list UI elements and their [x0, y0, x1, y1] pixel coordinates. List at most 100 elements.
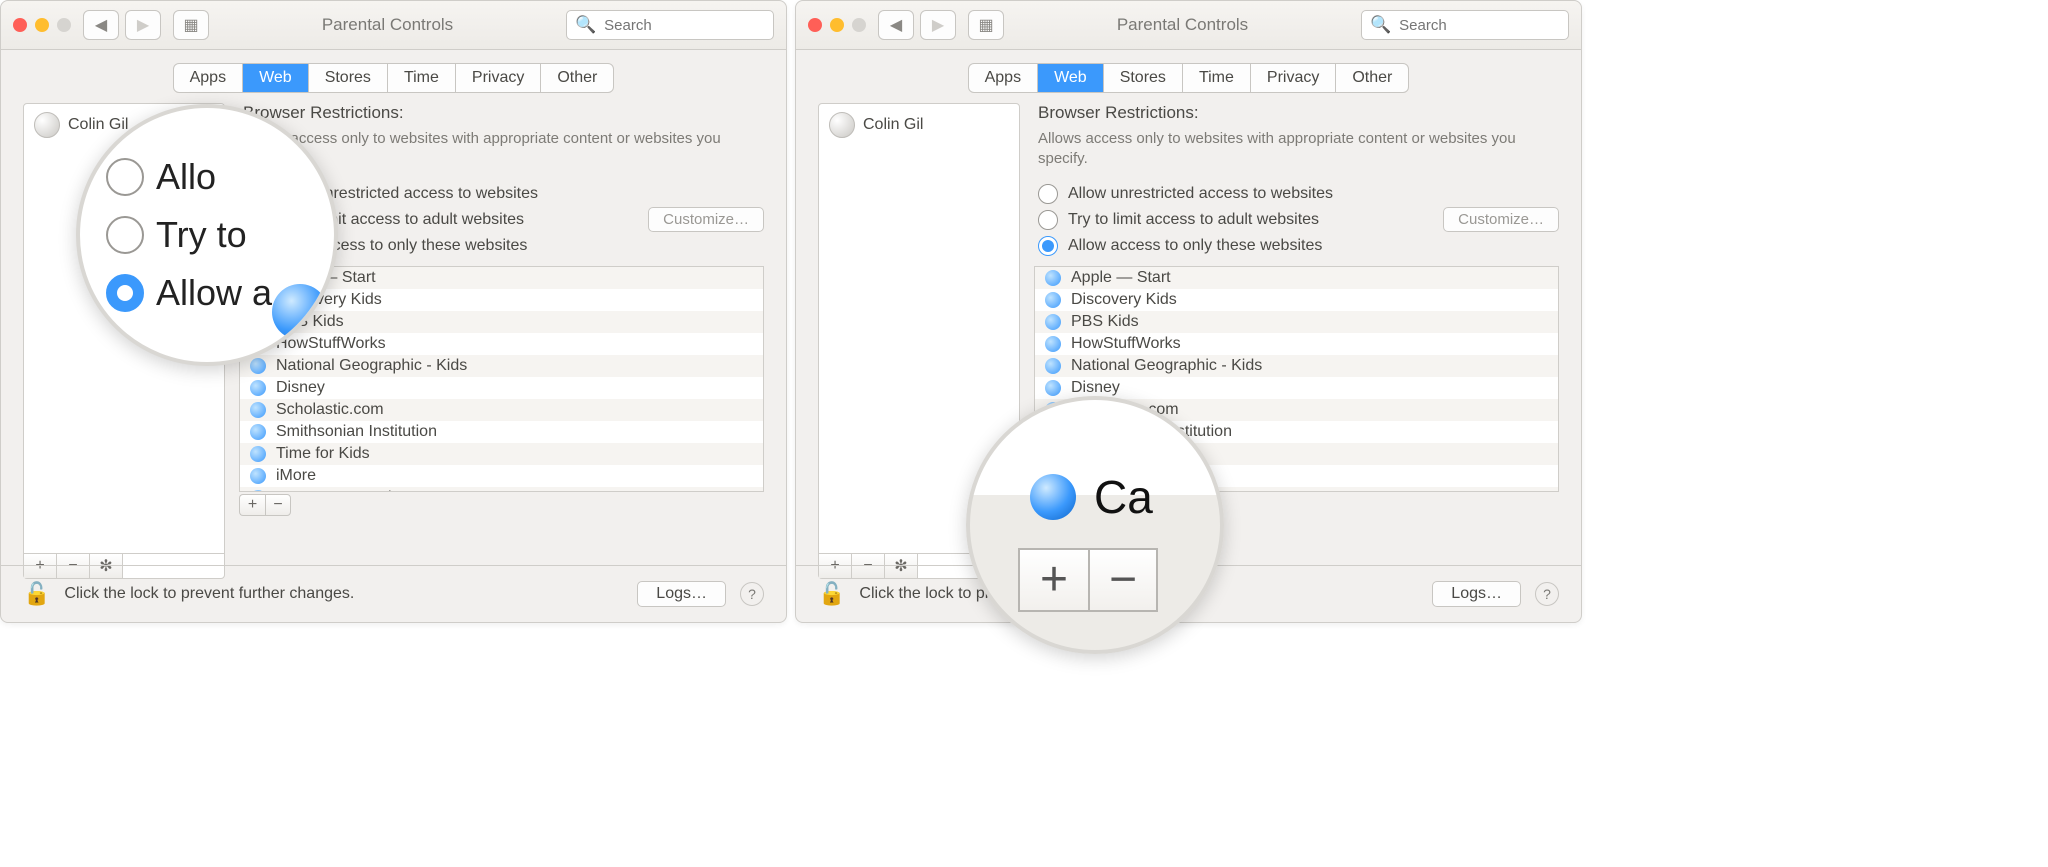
list-item[interactable]: PBS Kids	[1035, 311, 1558, 333]
tab-segment: Apps Web Stores Time Privacy Other	[968, 63, 1410, 93]
window-title: Parental Controls	[1016, 15, 1349, 35]
list-item[interactable]: Scholastic.com	[240, 399, 763, 421]
lock-icon[interactable]: 🔓	[23, 581, 50, 607]
nav-group: ◀ ▶	[83, 10, 161, 40]
radio-icon	[106, 216, 144, 254]
list-item[interactable]: HowStuffWorks	[240, 333, 763, 355]
section-description: Allows access only to websites with appr…	[243, 129, 763, 170]
globe-icon	[250, 490, 266, 492]
radio-unrestricted[interactable]: Allow unrestricted access to websites	[1038, 184, 1559, 204]
globe-icon	[250, 402, 266, 418]
logs-button[interactable]: Logs…	[637, 581, 726, 607]
list-item[interactable]: Disney	[240, 377, 763, 399]
titlebar: ◀ ▶ ▦ Parental Controls 🔍	[1, 1, 786, 50]
globe-icon	[250, 424, 266, 440]
list-item[interactable]: National Geographic - Kids	[240, 355, 763, 377]
list-remove-button[interactable]: −	[1088, 548, 1158, 612]
tab-web[interactable]: Web	[243, 64, 309, 92]
lock-icon[interactable]: 🔓	[818, 581, 845, 607]
help-button[interactable]: ?	[1535, 582, 1559, 606]
grid-button[interactable]: ▦	[173, 10, 209, 40]
minimize-dot[interactable]	[35, 18, 49, 32]
list-item[interactable]: Cartoon Network games	[240, 487, 763, 492]
globe-icon	[250, 358, 266, 374]
list-item[interactable]: Time for Kids	[240, 443, 763, 465]
window-title: Parental Controls	[221, 15, 554, 35]
radio-icon	[106, 274, 144, 312]
forward-button[interactable]: ▶	[920, 10, 956, 40]
tab-apps[interactable]: Apps	[174, 64, 243, 92]
section-heading: Browser Restrictions:	[243, 103, 764, 123]
minimize-dot[interactable]	[830, 18, 844, 32]
globe-icon	[272, 284, 328, 340]
user-row[interactable]: Colin Gil	[819, 108, 1019, 142]
section-description: Allows access only to websites with appr…	[1038, 129, 1558, 170]
back-button[interactable]: ◀	[83, 10, 119, 40]
traffic-lights	[13, 18, 71, 32]
back-button[interactable]: ◀	[878, 10, 914, 40]
list-item[interactable]: Discovery Kids	[1035, 289, 1558, 311]
tab-web[interactable]: Web	[1038, 64, 1104, 92]
list-item[interactable]: Disney	[1035, 377, 1558, 399]
forward-button[interactable]: ▶	[125, 10, 161, 40]
list-item[interactable]: iMore	[240, 465, 763, 487]
magnifier-radios: Allo Try to Allow a	[76, 104, 338, 366]
tab-privacy[interactable]: Privacy	[1251, 64, 1336, 92]
list-remove-button[interactable]: −	[265, 494, 291, 516]
search-input[interactable]	[602, 16, 805, 35]
close-dot[interactable]	[808, 18, 822, 32]
search-field[interactable]: 🔍	[566, 10, 774, 40]
globe-icon	[1045, 270, 1061, 286]
globe-icon	[1045, 314, 1061, 330]
search-field[interactable]: 🔍	[1361, 10, 1569, 40]
list-item[interactable]: National Geographic - Kids	[1035, 355, 1558, 377]
tab-stores[interactable]: Stores	[309, 64, 388, 92]
radio-only-these[interactable]: Allow access to only these websites	[1038, 236, 1559, 256]
list-item[interactable]: Apple — Start	[1035, 267, 1558, 289]
customize-button[interactable]: Customize…	[1443, 207, 1559, 232]
traffic-lights	[808, 18, 866, 32]
tab-time[interactable]: Time	[1183, 64, 1251, 92]
search-input[interactable]	[1397, 16, 1600, 35]
list-item[interactable]: HowStuffWorks	[1035, 333, 1558, 355]
titlebar: ◀ ▶ ▦ Parental Controls 🔍	[796, 1, 1581, 50]
globe-icon	[1045, 358, 1061, 374]
globe-icon	[250, 446, 266, 462]
nav-group: ◀ ▶	[878, 10, 956, 40]
tab-other[interactable]: Other	[1336, 64, 1408, 92]
tab-apps[interactable]: Apps	[969, 64, 1038, 92]
search-icon: 🔍	[575, 15, 596, 35]
zoom-dot[interactable]	[57, 18, 71, 32]
list-item[interactable]: Smithsonian Institution	[240, 421, 763, 443]
section-heading: Browser Restrictions:	[1038, 103, 1559, 123]
tab-privacy[interactable]: Privacy	[456, 64, 541, 92]
magnifier-add-remove: Ca + −	[966, 396, 1224, 654]
globe-icon	[1045, 380, 1061, 396]
radio-limit-adult[interactable]: Try to limit access to adult websites Cu…	[1038, 210, 1559, 230]
customize-button[interactable]: Customize…	[648, 207, 764, 232]
tab-time[interactable]: Time	[388, 64, 456, 92]
globe-icon	[1030, 474, 1076, 520]
tab-stores[interactable]: Stores	[1104, 64, 1183, 92]
tab-segment: Apps Web Stores Time Privacy Other	[173, 63, 615, 93]
avatar	[34, 112, 60, 138]
tabs-row: Apps Web Stores Time Privacy Other	[796, 49, 1581, 103]
list-add-button[interactable]: +	[1018, 548, 1088, 612]
grid-button[interactable]: ▦	[968, 10, 1004, 40]
globe-icon	[1045, 292, 1061, 308]
footer: 🔓 Click the lock to prevent further chan…	[1, 565, 786, 622]
zoom-dot[interactable]	[852, 18, 866, 32]
radio-icon	[106, 158, 144, 196]
radio-icon	[1038, 210, 1058, 230]
tab-other[interactable]: Other	[541, 64, 613, 92]
globe-icon	[250, 468, 266, 484]
radio-icon	[1038, 236, 1058, 256]
help-button[interactable]: ?	[740, 582, 764, 606]
globe-icon	[1045, 336, 1061, 352]
lock-hint: Click the lock to prevent further change…	[64, 585, 623, 603]
search-icon: 🔍	[1370, 15, 1391, 35]
tabs-row: Apps Web Stores Time Privacy Other	[1, 49, 786, 103]
close-dot[interactable]	[13, 18, 27, 32]
logs-button[interactable]: Logs…	[1432, 581, 1521, 607]
list-add-button[interactable]: +	[239, 494, 265, 516]
